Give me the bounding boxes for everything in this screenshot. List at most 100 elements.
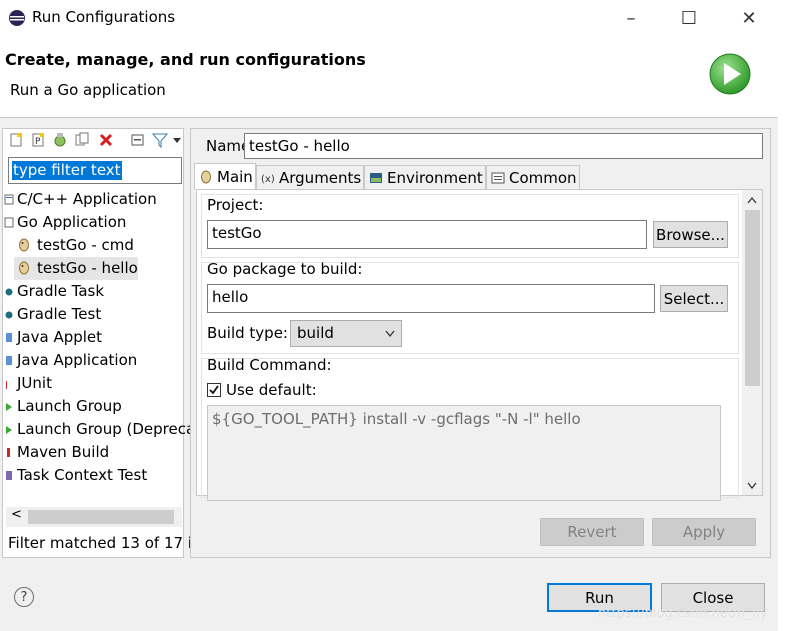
tree-item-java-applet[interactable]: Java Applet xyxy=(4,326,102,349)
window-title: Run Configurations xyxy=(32,8,176,26)
project-label: Project: xyxy=(207,196,264,214)
new-config-icon[interactable] xyxy=(8,132,24,148)
tab-arguments[interactable]: (x) Arguments xyxy=(256,165,364,189)
tree-item-label: Gradle Task xyxy=(17,282,105,300)
run-icon xyxy=(709,53,751,95)
tree-item-label: Java Applet xyxy=(17,328,103,346)
build-command-label: Build Command: xyxy=(207,356,332,374)
build-type-dropdown[interactable]: build xyxy=(290,320,402,347)
view-menu-icon[interactable] xyxy=(172,132,182,148)
build-command-field[interactable]: ${GO_TOOL_PATH} install -v -gcflags "-N … xyxy=(207,405,721,501)
package-field[interactable]: hello xyxy=(207,284,655,313)
close-window-button[interactable]: ✕ xyxy=(720,0,778,36)
scroll-left-icon[interactable]: < xyxy=(11,507,22,522)
minimize-button[interactable]: – xyxy=(602,0,660,36)
go-app-icon xyxy=(4,217,14,228)
content-vertical-scrollbar[interactable] xyxy=(742,190,762,495)
tree-item-label: Go Application xyxy=(17,213,127,231)
tree-item-gradle-task[interactable]: Gradle Task xyxy=(4,280,104,303)
tree-item-label: Java Application xyxy=(17,351,138,369)
help-icon[interactable]: ? xyxy=(14,587,34,607)
tree-item-label: Launch Group (Depreca xyxy=(17,420,196,438)
background-window-edge xyxy=(778,0,786,631)
tree-item-java-application[interactable]: Java Application xyxy=(4,349,137,372)
svg-text:J: J xyxy=(4,380,8,389)
tree-item-testgo-cmd[interactable]: testGo - cmd xyxy=(18,234,134,257)
tree-item-label: Maven Build xyxy=(17,443,110,461)
launch-group-icon xyxy=(6,403,12,411)
tab-main[interactable]: Main xyxy=(194,163,256,190)
new-prototype-icon[interactable]: P xyxy=(30,132,46,148)
build-type-value: build xyxy=(297,324,334,342)
tree-item-launch-group-deprecated[interactable]: Launch Group (Depreca xyxy=(4,418,195,441)
tab-label: Environment xyxy=(387,168,483,187)
junit-icon: J xyxy=(4,380,8,389)
filter-input[interactable]: type filter text xyxy=(8,157,182,184)
main-tab-icon xyxy=(201,170,211,184)
tree-item-label: JUnit xyxy=(17,374,52,392)
tree-horizontal-scrollbar[interactable]: < xyxy=(6,507,182,527)
java-app-icon xyxy=(6,356,12,365)
svg-text:P: P xyxy=(35,137,41,147)
revert-button[interactable]: Revert xyxy=(540,518,644,546)
filter-status: Filter matched 13 of 17 i xyxy=(8,534,192,552)
task-icon xyxy=(6,471,12,480)
tree-item-testgo-hello[interactable]: testGo - hello xyxy=(14,257,138,280)
checkmark-icon xyxy=(209,385,219,395)
header-subtitle: Run a Go application xyxy=(10,81,166,99)
tab-label: Main xyxy=(217,168,253,186)
scroll-down-icon[interactable] xyxy=(747,482,757,490)
scrollbar-thumb[interactable] xyxy=(745,210,760,386)
watermark: https://blog.csdn.net/h_fly xyxy=(598,606,768,621)
tree-item-maven-build[interactable]: Maven Build xyxy=(4,441,109,464)
c-app-icon xyxy=(4,194,14,205)
duplicate-icon[interactable] xyxy=(74,132,90,148)
package-label: Go package to build: xyxy=(207,260,363,278)
eclipse-icon xyxy=(9,10,25,26)
dialog-header xyxy=(0,36,778,118)
collapse-all-icon[interactable] xyxy=(130,132,146,148)
filter-icon[interactable] xyxy=(152,132,168,148)
tree-item-task-context-test[interactable]: Task Context Test xyxy=(4,464,147,487)
tree-item-label: Gradle Test xyxy=(17,305,102,323)
tree-item-label: Task Context Test xyxy=(17,466,148,484)
export-config-icon[interactable] xyxy=(52,132,68,148)
chevron-down-icon xyxy=(385,330,395,338)
title-bar: Run Configurations – ☐ ✕ xyxy=(0,0,778,36)
common-tab-icon xyxy=(491,172,505,183)
launch-group-icon xyxy=(6,426,12,434)
tree-item-label: Launch Group xyxy=(17,397,122,415)
tree-item-c-app[interactable]: C/C++ Application xyxy=(4,188,157,211)
tree-item-label: C/C++ Application xyxy=(17,190,157,208)
tree-item-launch-group[interactable]: Launch Group xyxy=(4,395,122,418)
maximize-button[interactable]: ☐ xyxy=(660,0,718,36)
tab-label: Common xyxy=(509,168,577,187)
use-default-checkbox[interactable] xyxy=(207,383,221,397)
go-config-icon xyxy=(19,238,29,252)
tree-item-junit[interactable]: J JUnit xyxy=(4,372,52,395)
delete-icon[interactable] xyxy=(98,132,114,148)
environment-tab-icon xyxy=(370,172,382,183)
select-button[interactable]: Select... xyxy=(660,285,728,312)
maven-icon xyxy=(7,448,10,457)
tree-item-label: testGo - hello xyxy=(37,259,138,277)
project-field[interactable]: testGo xyxy=(207,220,647,249)
tree-item-label: testGo - cmd xyxy=(37,236,134,254)
build-type-label: Build type: xyxy=(207,324,288,342)
go-config-icon xyxy=(19,261,29,275)
tree-item-go-app[interactable]: Go Application xyxy=(4,211,126,234)
header-title: Create, manage, and run configurations xyxy=(5,50,366,69)
name-field[interactable]: testGo - hello xyxy=(244,133,763,159)
main-tab-content: Project: testGo Browse... Go package to … xyxy=(196,189,763,501)
applet-icon xyxy=(6,333,12,342)
svg-text:(x): (x) xyxy=(261,174,275,185)
scroll-up-icon[interactable] xyxy=(747,196,757,204)
scrollbar-thumb[interactable] xyxy=(28,510,174,524)
browse-button[interactable]: Browse... xyxy=(653,221,728,248)
tree-item-gradle-test[interactable]: Gradle Test xyxy=(4,303,101,326)
arguments-tab-icon: (x) xyxy=(261,174,275,185)
tab-environment[interactable]: Environment xyxy=(364,165,486,189)
gradle-icon xyxy=(5,311,13,319)
tab-common[interactable]: Common xyxy=(486,165,580,189)
apply-button[interactable]: Apply xyxy=(652,518,756,546)
